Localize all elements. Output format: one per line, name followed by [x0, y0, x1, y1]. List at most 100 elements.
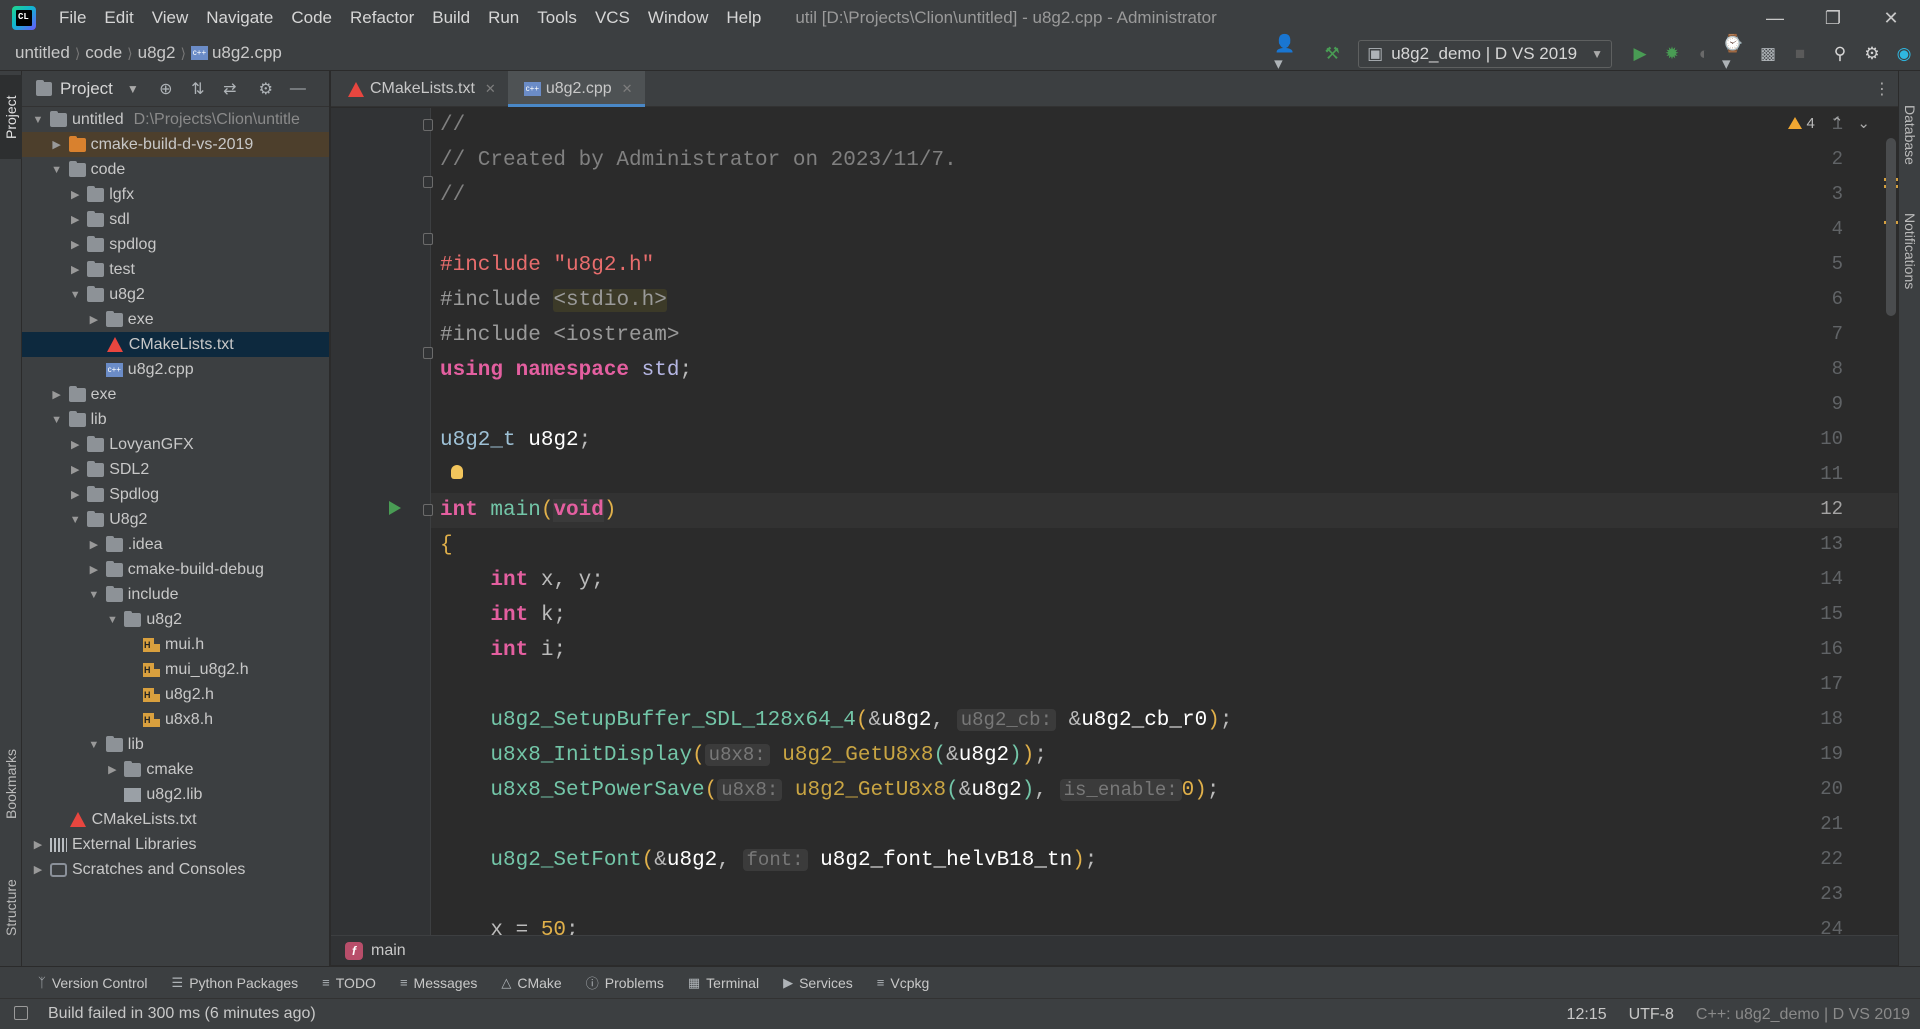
tool-problems[interactable]: ⓘ Problems [586, 973, 664, 992]
chevron-right-icon[interactable]: ▶ [67, 188, 83, 201]
menu-window[interactable]: Window [639, 0, 717, 36]
tree-item[interactable]: Hu8g2.h [22, 682, 329, 707]
gear-icon[interactable]: ⚙ [255, 78, 277, 100]
chevron-right-icon[interactable]: ▶ [67, 213, 83, 226]
status-message[interactable]: Build failed in 300 ms (6 minutes ago) [48, 1005, 316, 1023]
chevron-right-icon[interactable]: ▶ [86, 313, 102, 326]
chevron-right-icon[interactable]: ▶ [30, 838, 46, 851]
chevron-down-icon[interactable]: ▼ [104, 614, 120, 626]
project-view-selector[interactable]: Project ▼ [36, 79, 139, 99]
tab-project[interactable]: Project [0, 75, 22, 159]
stop-icon[interactable]: ■ [1786, 40, 1814, 68]
tree-item[interactable]: ▶ cmake [22, 757, 329, 782]
search-icon[interactable]: ⚲ [1826, 40, 1854, 68]
chevron-down-icon[interactable]: ▼ [86, 739, 102, 751]
tree-item[interactable]: ▶ SDL2 [22, 457, 329, 482]
code-editor[interactable]: 1 2 3 4 5 6 7 8 9 10 11 12 13 14 15 16 17 18 19 20 21 22 23 24 … [331, 108, 1898, 935]
chevron-down-icon[interactable]: ⌄ [1857, 114, 1870, 132]
tree-item[interactable]: ▼ U8g2 [22, 507, 329, 532]
breadcrumb-item-code[interactable]: code [85, 43, 122, 63]
breadcrumb-item-file[interactable]: u8g2.cpp [212, 43, 282, 63]
close-icon[interactable]: ✕ [1862, 0, 1920, 36]
chevron-right-icon[interactable]: ▶ [49, 388, 65, 401]
menu-run[interactable]: Run [479, 0, 528, 36]
tree-item-root[interactable]: ▼ untitled D:\Projects\Clion\untitle [22, 107, 329, 132]
chevron-down-icon[interactable]: ▼ [67, 289, 83, 301]
tree-item[interactable]: ▼ u8g2 [22, 607, 329, 632]
chevron-right-icon[interactable]: ▶ [49, 138, 65, 151]
toggle-tool-windows-icon[interactable] [14, 1006, 28, 1020]
fold-marker-icon[interactable] [423, 504, 433, 516]
run-icon[interactable]: ▶ [1626, 40, 1654, 68]
tab-notifications[interactable]: Notifications [1899, 191, 1920, 311]
tool-messages[interactable]: ≡ Messages [400, 975, 477, 991]
chevron-right-icon[interactable]: ▶ [86, 538, 102, 551]
coverage-icon[interactable]: ◐ [1690, 40, 1718, 68]
profile-icon[interactable]: ⌚▾ [1722, 34, 1750, 73]
collapse-all-icon[interactable]: ⇄ [219, 78, 241, 100]
tree-item[interactable]: CMakeLists.txt [22, 332, 329, 357]
tree-item[interactable]: ▶ External Libraries [22, 832, 329, 857]
editor-scrollbar[interactable] [1886, 138, 1896, 316]
tool-python-packages[interactable]: ☰ Python Packages [172, 975, 299, 991]
more-tabs-icon[interactable]: ⋮ [1874, 79, 1890, 99]
tool-todo[interactable]: ≡ TODO [322, 975, 376, 991]
tree-item[interactable]: ▶ cmake-build-debug [22, 557, 329, 582]
user-icon[interactable]: 👤▾ [1274, 34, 1302, 73]
breadcrumb-item-project[interactable]: untitled [15, 43, 70, 63]
tab-structure[interactable]: Structure [0, 863, 22, 953]
menu-view[interactable]: View [143, 0, 198, 36]
tree-item[interactable]: ▼ lib [22, 407, 329, 432]
tree-item[interactable]: ▶ .idea [22, 532, 329, 557]
resolve-context[interactable]: C++: u8g2_demo | D VS 2019 [1696, 1006, 1910, 1024]
chevron-down-icon[interactable]: ▼ [86, 589, 102, 601]
chevron-right-icon[interactable]: ▶ [67, 488, 83, 501]
run-main-icon[interactable] [389, 501, 401, 515]
run-configuration-select[interactable]: ▣ u8g2_demo | D VS 2019 ▼ [1358, 39, 1612, 68]
tree-item[interactable]: u8g2.lib [22, 782, 329, 807]
chevron-up-icon[interactable]: ⌃ [1831, 114, 1844, 132]
chevron-right-icon[interactable]: ▶ [30, 863, 46, 876]
chevron-down-icon[interactable]: ▼ [49, 164, 65, 176]
tree-item[interactable]: ▼ u8g2 [22, 282, 329, 307]
chevron-right-icon[interactable]: ▶ [67, 463, 83, 476]
caret-position[interactable]: 12:15 [1567, 1006, 1607, 1024]
menu-file[interactable]: File [50, 0, 95, 36]
gear-icon[interactable]: ⚙ [1858, 40, 1886, 68]
chevron-right-icon[interactable]: ▶ [104, 763, 120, 776]
debug-icon[interactable]: ✹ [1658, 40, 1686, 68]
tree-item[interactable]: ▶ cmake-build-d-vs-2019 [22, 132, 329, 157]
tree-item[interactable]: Hu8x8.h [22, 707, 329, 732]
lightbulb-icon[interactable] [451, 465, 463, 479]
tree-item[interactable]: ▶ spdlog [22, 232, 329, 257]
tree-item[interactable]: ▼ code [22, 157, 329, 182]
fold-marker-icon[interactable] [423, 119, 433, 131]
menu-tools[interactable]: Tools [528, 0, 586, 36]
chevron-right-icon[interactable]: ▶ [67, 438, 83, 451]
fold-marker-icon[interactable] [423, 176, 433, 188]
tree-item[interactable]: ▶ test [22, 257, 329, 282]
expand-all-icon[interactable]: ⇅ [187, 78, 209, 100]
minimize-icon[interactable]: — [1746, 0, 1804, 36]
tool-services[interactable]: ▶ Services [783, 975, 853, 991]
tree-item[interactable]: ▼ lib [22, 732, 329, 757]
tab-database[interactable]: Database [1899, 85, 1920, 185]
tree-item[interactable]: c++ u8g2.cpp [22, 357, 329, 382]
tool-cmake[interactable]: △ CMake [501, 975, 561, 991]
tool-vcpkg[interactable]: ≡ Vcpkg [877, 975, 930, 991]
inspection-widget[interactable]: 4 ⌃ ⌄ [1787, 114, 1870, 132]
file-encoding[interactable]: UTF-8 [1629, 1006, 1674, 1024]
tree-item[interactable]: ▶ LovyanGFX [22, 432, 329, 457]
menu-edit[interactable]: Edit [95, 0, 142, 36]
build-hammer-icon[interactable]: ⚒ [1318, 40, 1346, 68]
fold-marker-icon[interactable] [423, 233, 433, 245]
tree-item[interactable]: ▶ sdl [22, 207, 329, 232]
tree-item[interactable]: ▶ Spdlog [22, 482, 329, 507]
tree-item[interactable]: ▶ exe [22, 307, 329, 332]
menu-help[interactable]: Help [717, 0, 770, 36]
attach-icon[interactable]: ▩ [1754, 40, 1782, 68]
chevron-right-icon[interactable]: ▶ [86, 563, 102, 576]
tree-item[interactable]: CMakeLists.txt [22, 807, 329, 832]
close-icon[interactable]: ✕ [485, 81, 496, 97]
tool-version-control[interactable]: ᛉ Version Control [38, 975, 148, 991]
